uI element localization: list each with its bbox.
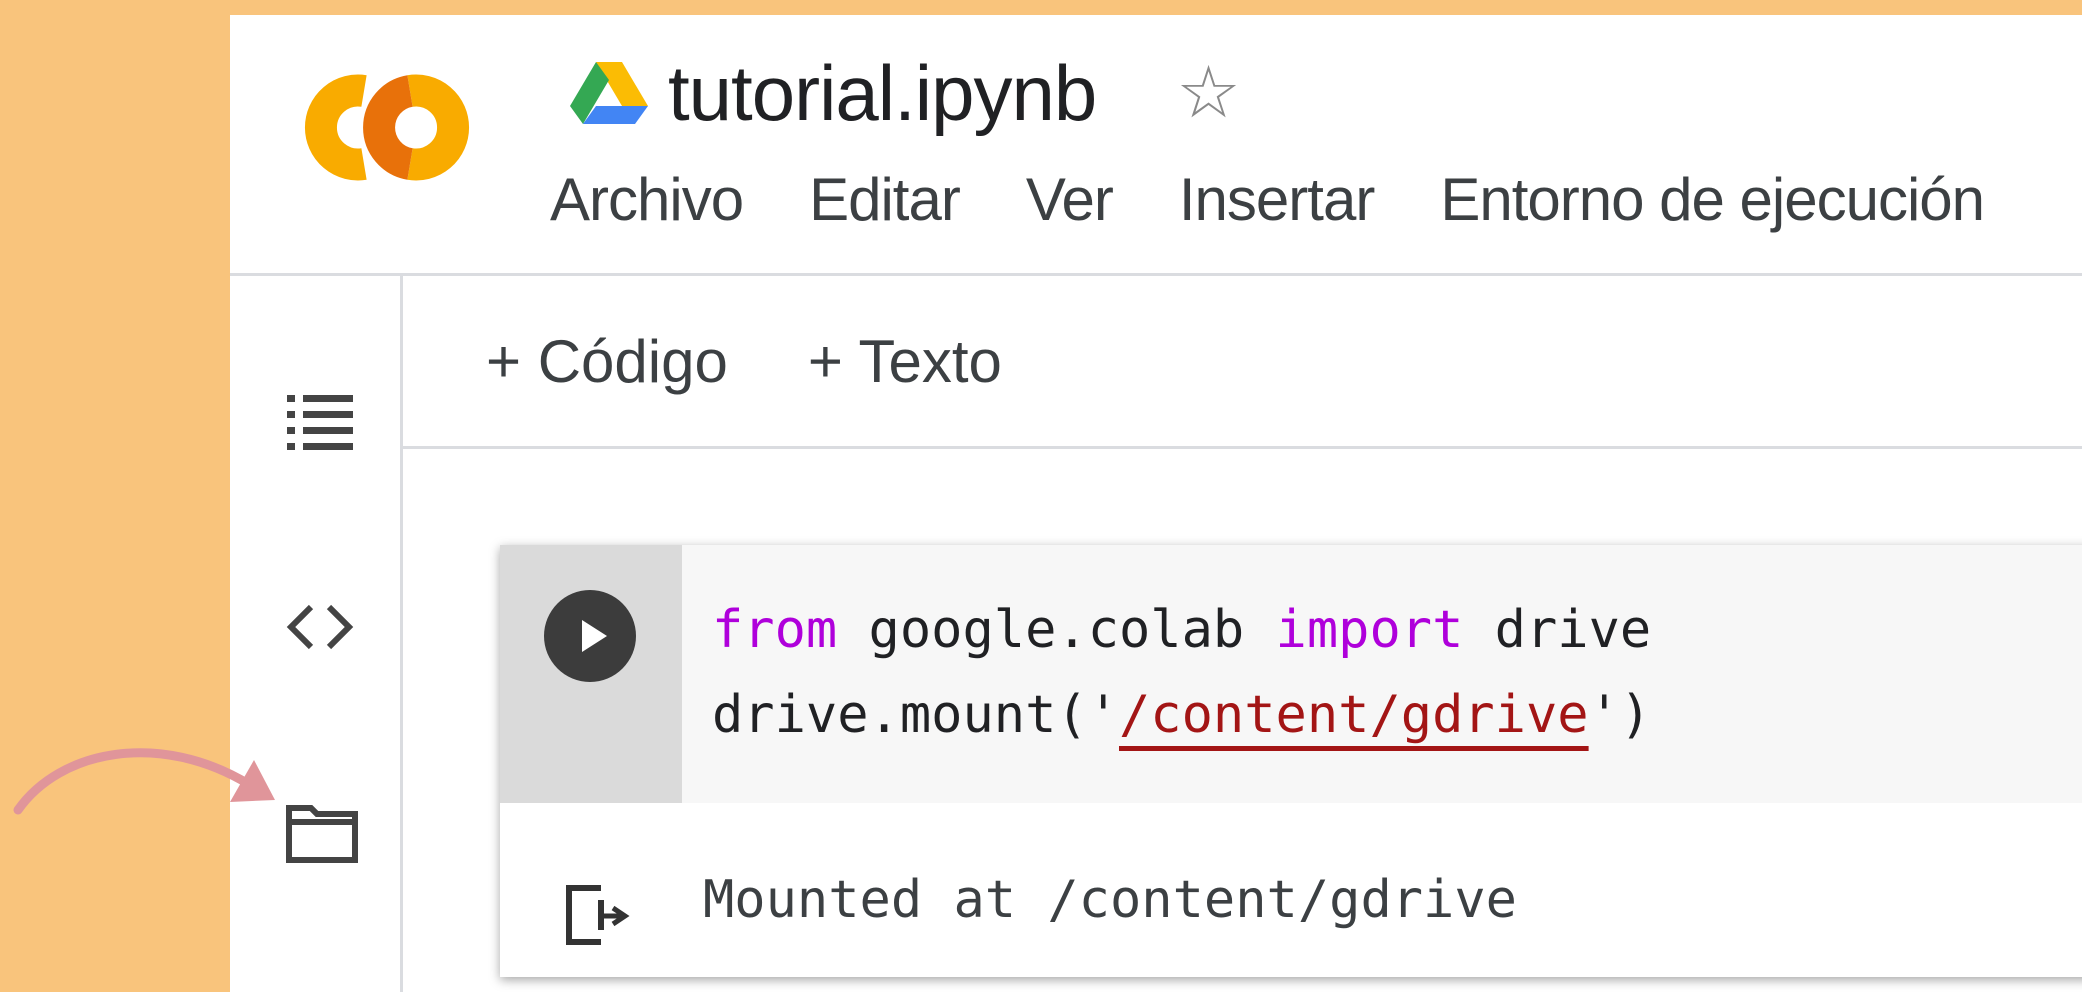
- code-snippets-icon[interactable]: [285, 602, 355, 652]
- google-drive-icon[interactable]: [570, 62, 648, 124]
- code-line-1: from google.colab import drive: [712, 600, 1651, 660]
- sidebar: [230, 276, 403, 992]
- toolbar: + Código + Texto: [403, 276, 2082, 449]
- module-name: google.colab: [837, 600, 1276, 660]
- files-folder-icon[interactable]: [285, 804, 359, 864]
- table-of-contents-icon[interactable]: [285, 391, 355, 451]
- call-prefix: drive.mount(': [712, 685, 1119, 745]
- menu-item-editar[interactable]: Editar: [809, 165, 961, 234]
- call-suffix: '): [1588, 685, 1652, 745]
- menu-item-entorno[interactable]: Entorno de ejecución: [1440, 165, 1985, 234]
- path-string: /content/gdrive: [1119, 685, 1589, 745]
- notebook-title[interactable]: tutorial.ipynb: [668, 48, 1097, 139]
- menu-bar: Archivo Editar Ver Insertar Entorno de e…: [550, 165, 2050, 234]
- play-icon: [582, 620, 607, 652]
- code-editor[interactable]: from google.colab import drive drive.mou…: [682, 545, 2082, 803]
- output-actions-icon[interactable]: [563, 880, 633, 950]
- menu-item-ver[interactable]: Ver: [1026, 165, 1114, 234]
- cell-gutter: [500, 545, 682, 803]
- add-code-button[interactable]: + Código: [486, 327, 728, 396]
- colab-window: tutorial.ipynb ☆ Archivo Editar Ver Inse…: [230, 15, 2082, 992]
- code-line-2: drive.mount('/content/gdrive'): [712, 685, 1651, 745]
- colab-logo-icon[interactable]: [292, 65, 482, 190]
- code-cell[interactable]: from google.colab import drive drive.mou…: [500, 545, 2082, 977]
- star-icon[interactable]: ☆: [1176, 57, 1241, 129]
- cell-output-text: Mounted at /content/gdrive: [703, 870, 1517, 930]
- pointer-arrow-icon: [13, 748, 275, 815]
- menu-item-insertar[interactable]: Insertar: [1179, 165, 1375, 234]
- menu-item-archivo[interactable]: Archivo: [550, 165, 744, 234]
- import-name: drive: [1463, 600, 1652, 660]
- add-text-button[interactable]: + Texto: [808, 327, 1002, 396]
- run-cell-button[interactable]: [544, 590, 636, 682]
- header: tutorial.ipynb ☆ Archivo Editar Ver Inse…: [230, 15, 2082, 276]
- keyword-from: from: [712, 600, 838, 660]
- keyword-import: import: [1275, 600, 1464, 660]
